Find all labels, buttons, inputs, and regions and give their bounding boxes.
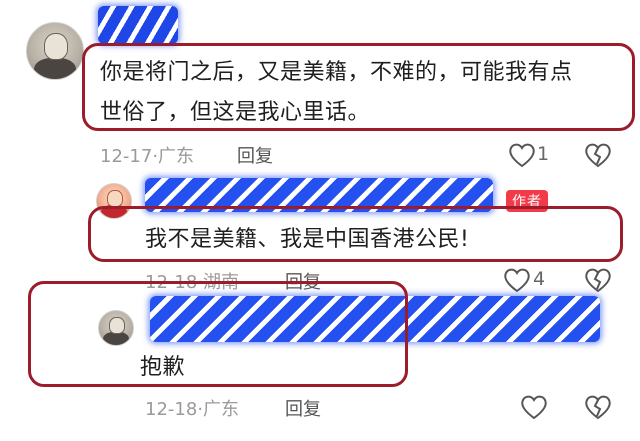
avatar[interactable] (26, 22, 84, 80)
highlight-box (28, 281, 408, 387)
avatar-face (43, 33, 69, 60)
date-text: 12-17 (100, 146, 153, 167)
broken-heart-icon[interactable] (583, 140, 613, 170)
comment-date: 12-18·广东 (145, 395, 239, 421)
reply-button[interactable]: 回复 (285, 395, 321, 421)
reply-button[interactable]: 回复 (237, 142, 273, 168)
location-text: 广东 (158, 146, 195, 167)
broken-heart-icon[interactable] (583, 265, 613, 295)
broken-heart-icon[interactable] (583, 392, 613, 422)
like-count: 1 (537, 143, 550, 165)
avatar-face (107, 190, 123, 208)
comment-date: 12-17·广东 (100, 142, 194, 168)
avatar-body (33, 57, 77, 79)
comment-text-line1: 你是将门之后，又是美籍，不难的，可能我有点 (100, 60, 573, 85)
comment-text: 我不是美籍、我是中国香港公民! (145, 227, 470, 252)
redacted-username (98, 6, 178, 44)
heart-icon[interactable] (502, 265, 532, 295)
comment-text-line2: 世俗了，但这是我心里话。 (100, 100, 371, 125)
comment-text: 抱歉 (140, 355, 186, 380)
like-count: 4 (533, 268, 546, 290)
heart-icon[interactable] (519, 392, 549, 422)
date-text: 12-18 (145, 399, 198, 420)
location-text: 广东 (203, 399, 240, 420)
heart-icon[interactable] (507, 140, 537, 170)
